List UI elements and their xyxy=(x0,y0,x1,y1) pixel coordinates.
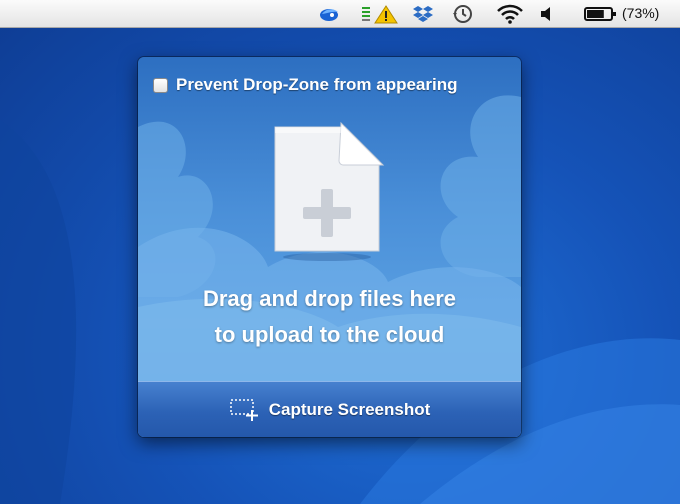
drop-text-line2: to upload to the cloud xyxy=(214,322,445,347)
add-file-icon xyxy=(274,121,385,261)
capture-label: Capture Screenshot xyxy=(268,399,431,419)
time-machine-icon[interactable] xyxy=(452,4,474,24)
battery-percent: (73%) xyxy=(622,5,660,21)
screenshot-crop-icon xyxy=(229,398,258,421)
drop-text-line1: Drag and drop files here xyxy=(202,286,457,311)
signal-warning-icon[interactable] xyxy=(360,4,400,24)
drop-zone-panel[interactable]: Prevent Drop-Zone from appearing Drag an… xyxy=(138,57,521,437)
edge-bird-icon[interactable] xyxy=(318,4,340,24)
capture-screenshot-button[interactable]: Capture Screenshot xyxy=(138,381,521,437)
battery-icon[interactable] xyxy=(584,4,618,24)
volume-icon[interactable] xyxy=(536,4,558,24)
wifi-icon[interactable] xyxy=(496,4,524,24)
drop-instructions: Drag and drop files here to upload to th… xyxy=(138,281,521,353)
dropbox-icon[interactable] xyxy=(412,4,434,24)
prevent-checkbox[interactable] xyxy=(153,77,168,93)
prevent-label[interactable]: Prevent Drop-Zone from appearing xyxy=(176,75,457,95)
menu-bar: (73%) xyxy=(0,0,680,28)
prevent-row[interactable]: Prevent Drop-Zone from appearing xyxy=(153,75,457,95)
